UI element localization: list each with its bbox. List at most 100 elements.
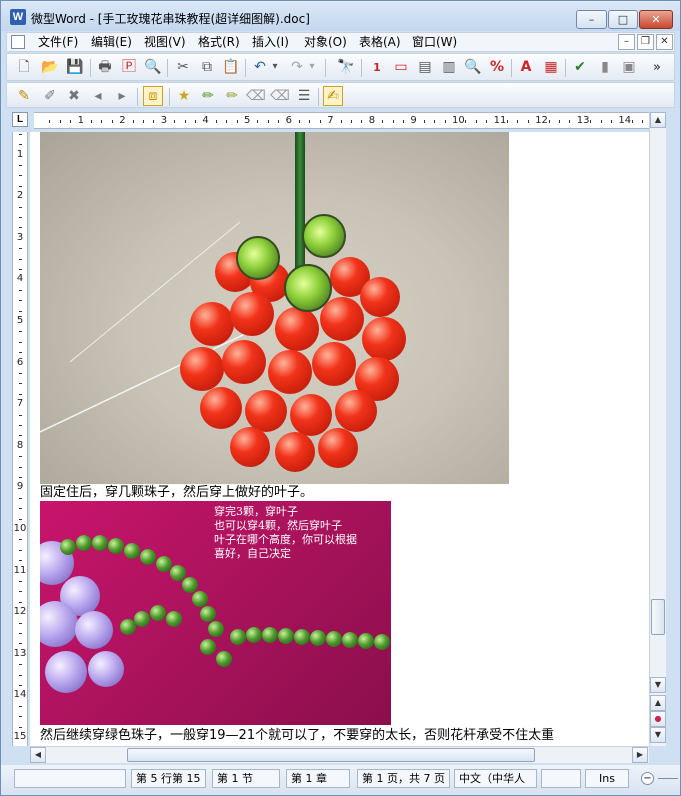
doc-close-button[interactable]: ✕ <box>656 34 673 50</box>
green-bead <box>302 214 346 258</box>
vertical-ruler[interactable]: 1 2 3 4 5 6 7 8 9 10 11 12 13 14 15 <box>12 132 28 746</box>
status-language[interactable]: 中文（中华人 <box>454 769 537 788</box>
doc-restore-button[interactable]: ❐ <box>637 34 654 50</box>
text-box-icon[interactable]: ▦ <box>541 57 561 77</box>
ruler-tick <box>267 120 269 123</box>
overflow-chevron-icon[interactable]: » <box>647 57 667 77</box>
horizontal-ruler[interactable]: 1 2 3 4 5 6 7 8 9 10 11 12 13 14 <box>34 112 649 129</box>
browse-object-button[interactable]: ● <box>650 711 666 727</box>
ruler-tick <box>19 518 22 520</box>
ruler-tick <box>19 206 22 208</box>
eraser-mark-icon[interactable]: ⌫ <box>246 86 266 106</box>
menu-window[interactable]: 窗口(W) <box>412 34 457 50</box>
zoom-icon[interactable]: 🔍 <box>463 57 483 77</box>
minimize-button[interactable]: – <box>576 10 607 29</box>
insert-page-number-icon[interactable]: 1 <box>367 57 387 77</box>
duplicate-icon[interactable]: ▣ <box>619 57 639 77</box>
menu-file[interactable]: 文件(F) <box>38 34 78 50</box>
status-insert-mode[interactable]: Ins <box>585 769 629 788</box>
ruler-tick <box>19 341 22 343</box>
scroll-down-button[interactable]: ▼ <box>650 677 666 693</box>
undo-icon[interactable]: ↶ <box>250 57 270 77</box>
document-menu-icon[interactable] <box>11 35 25 49</box>
title-bar[interactable]: W 微型Word - [手工玫瑰花串珠教程(超详细图解).doc] – □ ✕ <box>1 1 680 31</box>
highlighter-icon[interactable]: ✍ <box>323 86 343 106</box>
redo-icon[interactable]: ↷ <box>287 57 307 77</box>
maximize-button[interactable]: □ <box>608 10 638 29</box>
green-bead <box>150 605 166 621</box>
ruler-number: 12 <box>13 606 27 618</box>
edit-note-icon[interactable]: ✐ <box>40 86 60 106</box>
horizontal-scroll-thumb[interactable] <box>127 748 535 762</box>
horizontal-scrollbar[interactable]: ◀ ▶ <box>30 746 649 763</box>
ruler-tick <box>101 120 103 123</box>
zoom-out-button[interactable]: − <box>641 772 654 785</box>
undo-dropdown-icon[interactable]: ▾ <box>269 57 281 77</box>
scroll-right-button[interactable]: ▶ <box>632 747 648 763</box>
delete-note-icon[interactable]: ✖ <box>64 86 84 106</box>
status-track-mode[interactable] <box>541 769 581 788</box>
next-page-button[interactable]: ▼ <box>650 727 666 743</box>
menu-format[interactable]: 格式(R) <box>198 34 240 50</box>
green-bead <box>310 630 326 646</box>
ruler-number: 3 <box>16 231 24 243</box>
insert-header-icon[interactable]: ▤ <box>415 57 435 77</box>
green-bead <box>108 538 124 554</box>
menu-insert[interactable]: 插入(I) <box>252 34 289 50</box>
tab-stop-selector[interactable]: L <box>12 112 28 127</box>
font-color-icon[interactable]: A <box>516 57 536 77</box>
insert-field-icon[interactable]: ▭ <box>391 57 411 77</box>
green-bead <box>200 639 216 655</box>
close-icon: ✕ <box>651 13 661 26</box>
scroll-up-button[interactable]: ▲ <box>650 112 666 128</box>
prev-note-icon[interactable]: ◂ <box>88 86 108 106</box>
save-icon[interactable]: 💾 <box>65 57 85 77</box>
close-button[interactable]: ✕ <box>639 10 673 29</box>
open-folder-icon[interactable]: 📂 <box>40 57 60 77</box>
menu-table[interactable]: 表格(A) <box>359 34 401 50</box>
ruler-tick <box>392 120 394 123</box>
chart-icon[interactable]: ▮ <box>595 57 615 77</box>
percent-icon[interactable]: % <box>487 57 507 77</box>
document-page[interactable]: 固定住后，穿几颗珠子，然后穿上做好的叶子。 穿完3颗，穿叶子 也可以穿4颗，然后… <box>30 132 649 746</box>
status-chapter: 第 1 章 <box>286 769 350 788</box>
redo-dropdown-icon[interactable]: ▾ <box>306 57 318 77</box>
review-pane-icon[interactable]: ☰ <box>294 86 314 106</box>
cut-icon[interactable]: ✂ <box>173 57 193 77</box>
next-note-icon[interactable]: ▸ <box>112 86 132 106</box>
vertical-scroll-thumb[interactable] <box>651 599 665 635</box>
green-bead <box>140 549 156 565</box>
eraser2-mark-icon[interactable]: ⌫ <box>270 86 290 106</box>
accept-icon[interactable]: ⧈ <box>143 86 163 106</box>
vertical-scrollbar[interactable]: ▲ ▼ ▲ ● ▼ <box>649 112 666 746</box>
print-preview-icon[interactable]: 🔍 <box>143 57 163 77</box>
print-icon[interactable]: 🖶 <box>95 57 115 77</box>
pencil-mark-icon[interactable]: ✏ <box>198 86 218 106</box>
ruler-tick <box>19 633 22 634</box>
menu-object[interactable]: 对象(O) <box>304 34 347 50</box>
doc-minimize-button[interactable]: – <box>618 34 635 50</box>
scroll-left-button[interactable]: ◀ <box>30 747 46 763</box>
menu-view[interactable]: 视图(V) <box>144 34 186 50</box>
word-app-icon[interactable]: W <box>10 9 26 25</box>
copy-icon[interactable]: ⧉ <box>197 57 217 77</box>
menu-edit[interactable]: 编辑(E) <box>91 34 132 50</box>
new-doc-icon[interactable]: 🗋 <box>14 57 34 77</box>
green-bead <box>60 539 76 555</box>
spell-check-icon[interactable]: ✔ <box>570 57 590 77</box>
find-binoculars-icon[interactable]: 🔭 <box>336 57 356 77</box>
insert-columns-icon[interactable]: ▥ <box>439 57 459 77</box>
ruler-tick <box>19 165 22 166</box>
paste-icon[interactable]: 📋 <box>221 57 241 77</box>
star-mark-icon[interactable]: ★ <box>174 86 194 106</box>
track-changes-icon[interactable]: ✎ <box>14 86 34 106</box>
previous-page-button[interactable]: ▲ <box>650 695 666 711</box>
pencil2-mark-icon[interactable]: ✏ <box>222 86 242 106</box>
pdf-export-icon[interactable]: 🄿 <box>119 57 139 77</box>
ruler-tick <box>59 120 61 123</box>
ruler-tick <box>19 549 22 551</box>
minimize-icon: – <box>588 13 595 26</box>
zoom-slider[interactable] <box>658 778 678 779</box>
ruler-tick <box>19 425 22 426</box>
ruler-tick <box>143 120 144 123</box>
